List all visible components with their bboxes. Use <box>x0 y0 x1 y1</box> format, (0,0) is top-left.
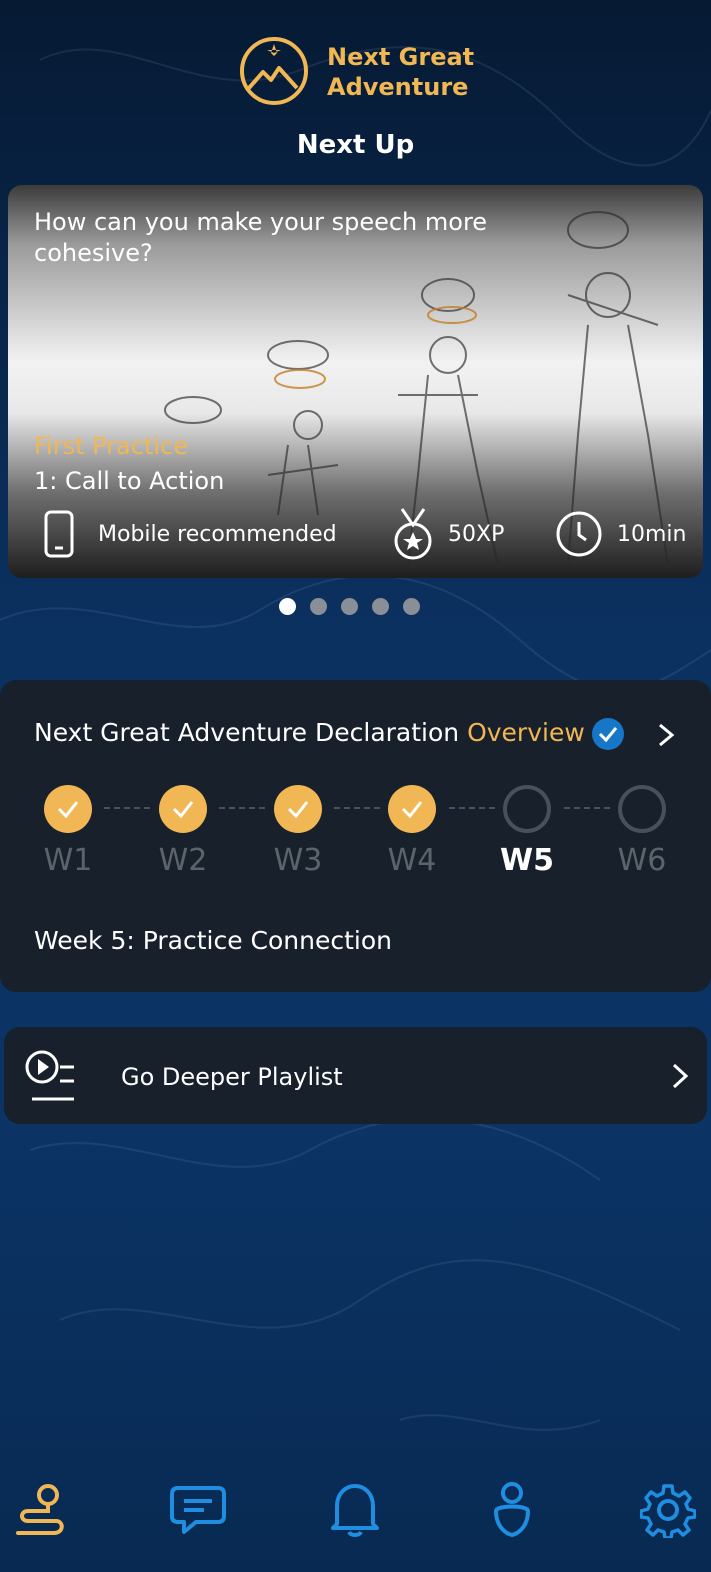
week-step[interactable]: W1 <box>28 785 108 878</box>
carousel-dot[interactable] <box>372 598 389 615</box>
phone-icon <box>44 510 74 558</box>
week-step[interactable]: W6 <box>602 785 682 878</box>
week-step[interactable]: W3 <box>258 785 338 878</box>
tab-settings[interactable] <box>638 1480 698 1540</box>
brand-line-1: Next Great <box>327 43 475 71</box>
chat-icon <box>170 1486 226 1534</box>
playlist-icon <box>25 1050 74 1101</box>
week-label: W3 <box>273 843 323 878</box>
playlist-row[interactable]: Go Deeper Playlist <box>4 1027 707 1124</box>
carousel-dot[interactable] <box>310 598 327 615</box>
duration-label: 10min <box>617 521 687 547</box>
lesson-card[interactable]: How can you make your speech more cohesi… <box>8 185 703 578</box>
gear-icon <box>640 1484 696 1538</box>
week-progress: W1 W2 W3 W4 W5 W6 <box>0 785 711 895</box>
xp-label: 50XP <box>448 521 505 547</box>
course-title: Next Great Adventure Declaration <box>34 718 460 747</box>
check-icon <box>44 785 92 833</box>
current-week-title: Week 5: Practice Connection <box>34 926 392 955</box>
check-icon <box>388 785 436 833</box>
section-title: Next Up <box>296 130 415 160</box>
check-icon <box>274 785 322 833</box>
clock-icon <box>555 510 603 558</box>
course-title-row: Next Great Adventure Declaration Overvie… <box>34 718 585 747</box>
profile-icon <box>493 1482 531 1538</box>
carousel-indicator <box>279 598 420 615</box>
course-overview-link[interactable]: Overview <box>467 718 585 747</box>
chevron-right-icon <box>672 1063 689 1089</box>
tab-notifications[interactable] <box>325 1480 385 1540</box>
lesson-kicker: First Practice <box>34 432 188 460</box>
carousel-dot[interactable] <box>341 598 358 615</box>
lesson-question: How can you make your speech more cohesi… <box>34 208 488 267</box>
bottom-tab-bar <box>0 1470 711 1560</box>
lesson-title: 1: Call to Action <box>34 467 225 495</box>
chevron-right-icon[interactable] <box>656 723 676 747</box>
tab-profile[interactable] <box>482 1480 542 1540</box>
brand-line-2: Adventure <box>327 73 469 101</box>
duration-meta: 10min <box>555 507 686 561</box>
week-label: W2 <box>158 843 208 878</box>
xp-meta: 50XP <box>392 507 504 561</box>
check-icon <box>159 785 207 833</box>
course-progress-card[interactable]: Next Great Adventure Declaration Overvie… <box>0 680 711 992</box>
empty-circle-icon <box>503 785 551 833</box>
playlist-label: Go Deeper Playlist <box>121 1063 343 1091</box>
carousel-dot[interactable] <box>403 598 420 615</box>
app-header: Next Great Adventure <box>0 34 711 114</box>
empty-circle-icon <box>618 785 666 833</box>
tab-journey[interactable] <box>12 1480 72 1540</box>
week-label: W5 <box>500 843 554 878</box>
carousel-dot[interactable] <box>279 598 296 615</box>
tab-messages[interactable] <box>168 1480 228 1540</box>
journey-icon <box>16 1484 64 1535</box>
week-label: W6 <box>617 843 667 878</box>
week-label: W4 <box>387 843 437 878</box>
brand-name: Next Great Adventure <box>327 42 474 102</box>
week-step[interactable]: W4 <box>372 785 452 878</box>
mountain-logo-icon <box>240 37 308 105</box>
device-meta: Mobile recommended <box>44 507 337 561</box>
week-step[interactable]: W5 <box>487 785 567 878</box>
week-step[interactable]: W2 <box>143 785 223 878</box>
week-label: W1 <box>43 843 93 878</box>
bell-icon <box>331 1484 379 1537</box>
verified-check-icon <box>592 718 624 750</box>
medal-icon <box>392 507 434 561</box>
device-label: Mobile recommended <box>98 521 337 547</box>
